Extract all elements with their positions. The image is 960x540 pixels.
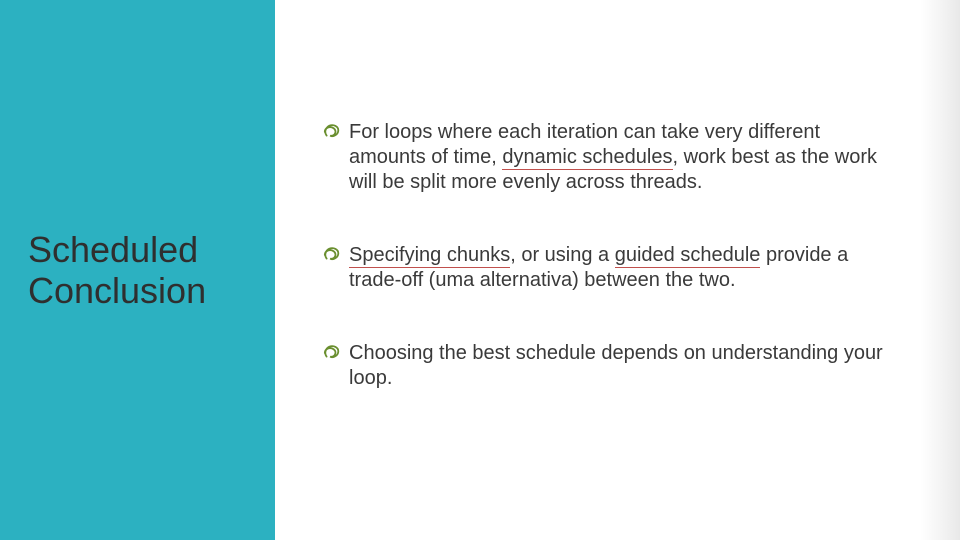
scrawl-bullet-icon: [323, 123, 341, 141]
bullet-item: Specifying chunks, or using a guided sch…: [323, 243, 900, 293]
scrawl-bullet-icon: [323, 344, 341, 362]
text-run: Choosing the best schedule depends on un…: [349, 342, 883, 389]
scrawl-bullet-icon: [323, 246, 341, 264]
bullet-text: Choosing the best schedule depends on un…: [349, 342, 883, 389]
underlined-text: guided schedule: [615, 244, 761, 268]
content-area: For loops where each iteration can take …: [275, 0, 960, 540]
slide: Scheduled Conclusion For loops where eac…: [0, 0, 960, 540]
bullet-text: Specifying chunks, or using a guided sch…: [349, 244, 848, 291]
underlined-text: Specifying chunks: [349, 244, 510, 268]
slide-title: Scheduled Conclusion: [28, 229, 275, 312]
bullet-item: For loops where each iteration can take …: [323, 120, 900, 195]
underlined-text: dynamic schedules: [502, 146, 672, 170]
title-panel: Scheduled Conclusion: [0, 0, 275, 540]
bullet-item: Choosing the best schedule depends on un…: [323, 341, 900, 391]
bullet-text: For loops where each iteration can take …: [349, 121, 877, 193]
text-run: , or using a: [510, 244, 615, 266]
